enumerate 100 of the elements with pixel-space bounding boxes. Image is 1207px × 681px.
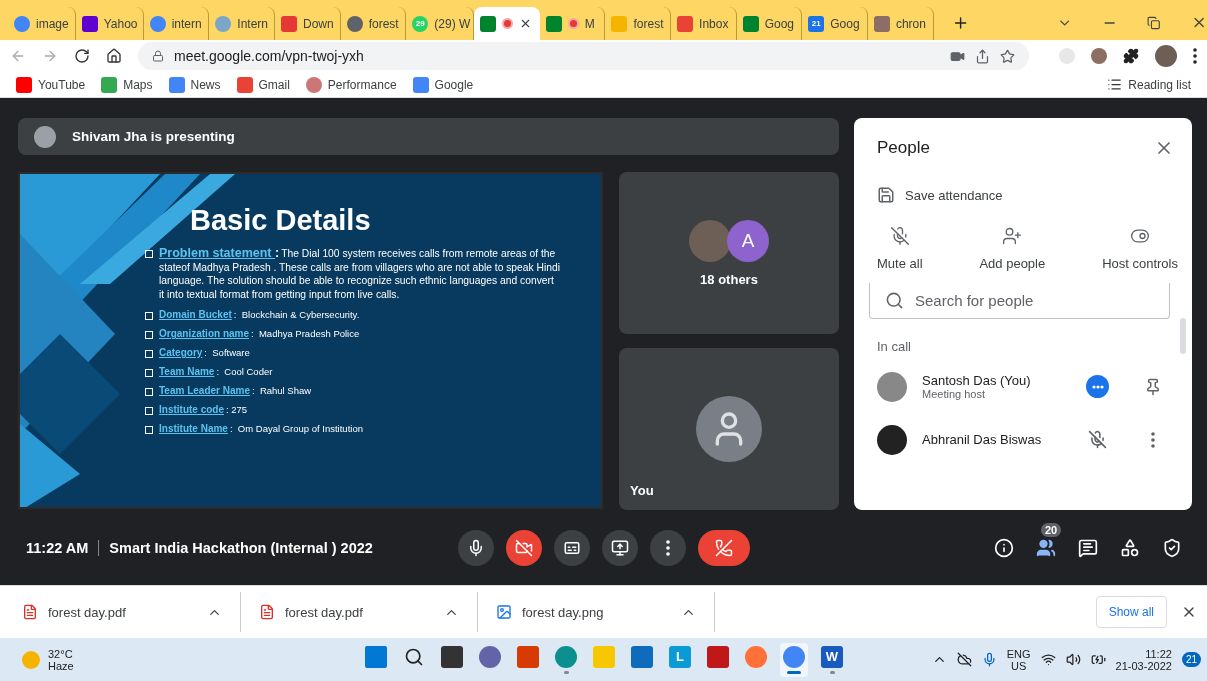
restore-icon[interactable] (1147, 16, 1161, 30)
favicon-icon (346, 15, 363, 32)
panel-action-button[interactable]: Add people (979, 226, 1046, 271)
more-button[interactable] (650, 529, 686, 566)
chat-button[interactable] (1078, 537, 1098, 558)
more-options-button[interactable] (1086, 375, 1109, 398)
save-icon[interactable] (877, 186, 895, 204)
bullet-icon (145, 388, 153, 396)
participant-avatar (877, 371, 907, 402)
clock-time[interactable]: 11:22 (1145, 647, 1172, 660)
slide-field-label: Institute code (159, 404, 224, 415)
reload-icon[interactable] (74, 48, 90, 64)
menu-icon[interactable] (1193, 48, 1197, 64)
app-icon (707, 645, 729, 668)
pdf-file-icon (259, 604, 275, 620)
shield-icon (1162, 537, 1182, 558)
reading-list-button[interactable]: Reading list (1107, 77, 1191, 92)
more-icon (666, 539, 670, 556)
dots-icon (1091, 384, 1104, 389)
shapes-icon (1120, 537, 1140, 558)
favicon-icon (81, 15, 98, 32)
favicon-icon (281, 15, 297, 32)
slide-field-label: Domain Bucket (159, 309, 232, 320)
app-icon (783, 645, 805, 668)
clock-date[interactable]: 21-03-2022 (1115, 659, 1172, 672)
app-icon (555, 645, 577, 668)
favicon-icon (14, 15, 30, 32)
language-code[interactable]: ENG (1006, 647, 1031, 660)
slide-field-value: : Blockchain & Cybersecurity. (233, 309, 360, 320)
bookmark-link[interactable]: Maps (101, 76, 153, 93)
people-button[interactable] (1036, 537, 1056, 558)
search-field[interactable]: Search for people (869, 283, 1170, 319)
notification-badge[interactable]: 21 (1181, 652, 1201, 667)
chat-icon (1078, 537, 1098, 558)
bullet-icon (145, 250, 153, 258)
address-bar[interactable]: meet.google.com/vpn-twoj-yxh (138, 42, 1029, 70)
bookmark-link[interactable]: News (168, 76, 221, 93)
app-icon (479, 645, 501, 668)
panel-action-button[interactable]: Mute all (877, 226, 923, 271)
slide-title: Basic Details (190, 204, 372, 237)
pin-icon[interactable] (1144, 377, 1162, 396)
scrollbar[interactable] (1180, 318, 1186, 354)
slide-field-label: Institute Name (159, 423, 228, 434)
bookmark-link[interactable]: Gmail (236, 76, 290, 93)
taskbar-app-button[interactable]: W (818, 642, 846, 677)
section-label: In call (877, 339, 912, 354)
cloud-icon[interactable] (956, 652, 972, 667)
bookmark-favicon-icon (412, 76, 429, 93)
bookmark-link[interactable]: Performance (305, 76, 397, 93)
app-icon: L (669, 645, 691, 668)
panel-action-button[interactable]: Host controls (1102, 226, 1178, 271)
participant-name: Santosh Das (You) (922, 373, 1032, 388)
favicon-icon (677, 15, 694, 32)
app-icon (631, 645, 653, 668)
present-button[interactable] (602, 529, 638, 566)
reading-list-icon (1107, 77, 1123, 92)
wifi-icon[interactable] (1040, 652, 1056, 667)
bookmark-link[interactable]: YouTube (16, 76, 86, 93)
slide-field-label: Category (159, 347, 203, 358)
download-item[interactable]: forest day.pdf (22, 592, 241, 632)
volume-icon[interactable] (1065, 652, 1081, 667)
mic-icon (467, 538, 485, 557)
slide-field-value: : Rahul Shaw (251, 385, 312, 396)
show-all-button[interactable]: Show all (1095, 596, 1167, 628)
leave-button[interactable] (698, 529, 750, 566)
bookmark-star-icon[interactable] (1000, 48, 1015, 64)
extensions-icon[interactable] (1123, 48, 1139, 64)
mic-button[interactable] (458, 529, 494, 566)
battery-icon[interactable] (1090, 652, 1106, 667)
slide-field-value: : Software (204, 347, 250, 358)
bullet-icon (145, 407, 153, 415)
download-item[interactable]: forest day.pdf (259, 592, 478, 632)
home-icon[interactable] (106, 48, 122, 64)
slide-field-label: Team Leader Name (159, 385, 250, 396)
save-attendance-link[interactable]: Save attendance (905, 187, 1003, 203)
favicon-icon (480, 15, 497, 32)
temperature: 32°C (48, 647, 74, 660)
safety-button[interactable] (1162, 537, 1182, 558)
favicon-icon (149, 15, 166, 32)
share-icon[interactable] (975, 48, 990, 64)
camera-button[interactable] (506, 529, 542, 566)
mic-icon[interactable] (981, 652, 997, 667)
bullet-icon (145, 350, 153, 358)
region-code[interactable]: US (1011, 659, 1027, 672)
bookmark-link[interactable]: Google (412, 76, 474, 93)
slide-field-value: : Cool Coder (216, 366, 273, 377)
participant-name: Abhranil Das Biswas (922, 432, 1043, 447)
favicon-icon (215, 15, 232, 32)
slide-field-value: : 275 (226, 404, 248, 415)
add-person-icon (1002, 226, 1023, 246)
count-badge: 20 (1041, 522, 1062, 537)
info-button[interactable] (994, 537, 1014, 558)
slide-field-label: Organization name (159, 328, 249, 339)
download-item[interactable]: forest day.png (496, 592, 715, 632)
browser-tab[interactable] (474, 7, 540, 40)
captions-button[interactable] (554, 529, 590, 566)
more-icon[interactable] (1151, 431, 1155, 448)
profile-avatar[interactable] (1155, 45, 1177, 67)
activities-button[interactable] (1120, 537, 1140, 558)
slide-field-label: Team Name (159, 366, 215, 377)
